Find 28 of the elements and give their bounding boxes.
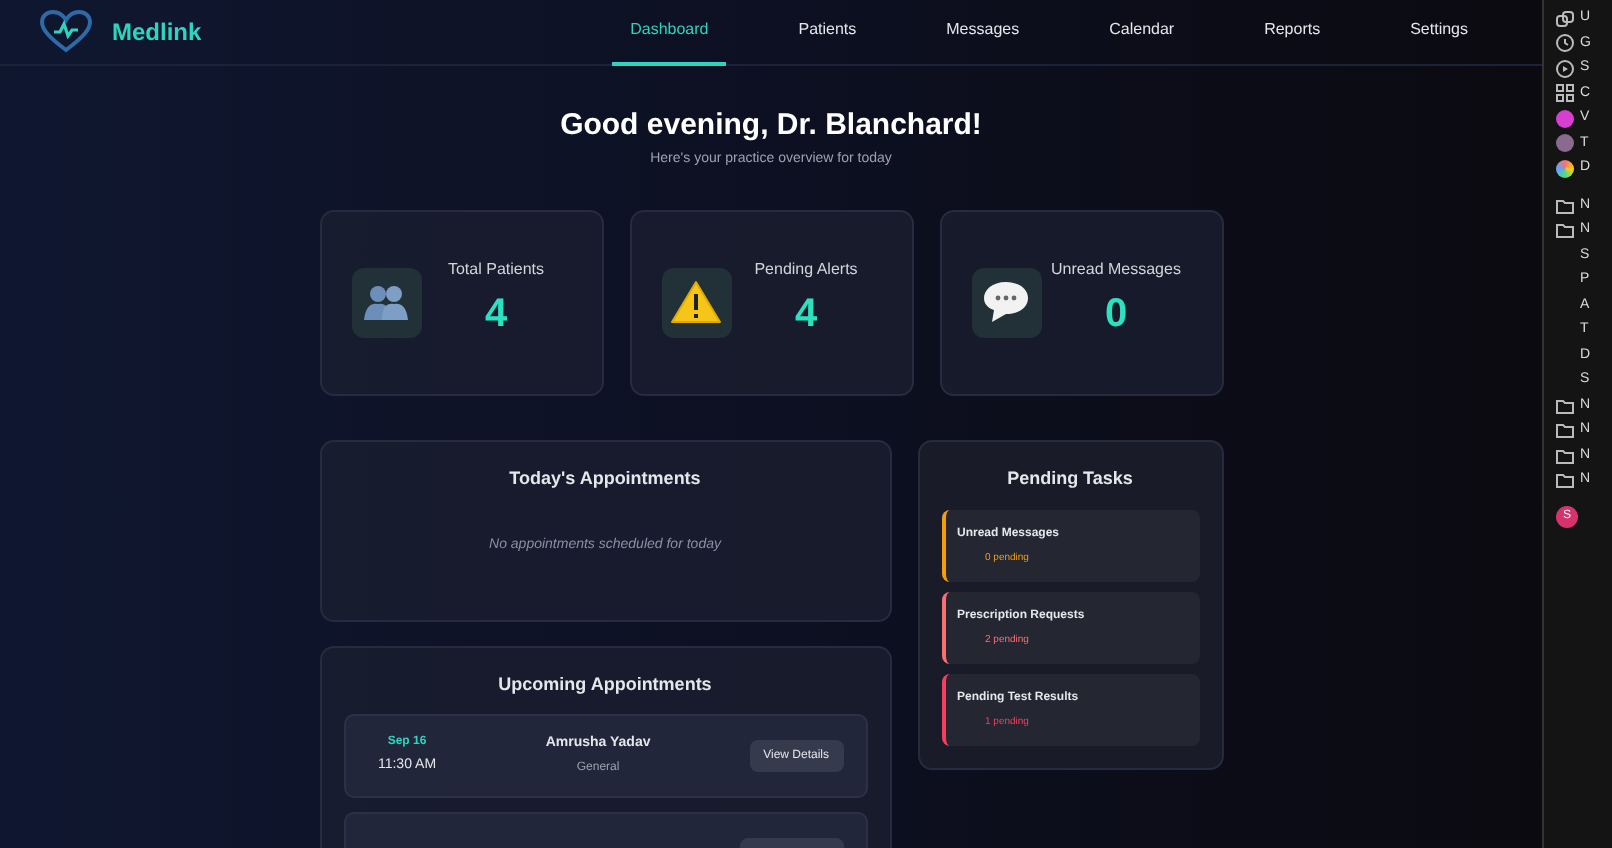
- grid-icon: [1556, 84, 1574, 103]
- link-icon: [1556, 9, 1574, 28]
- app-icon: [1556, 109, 1574, 128]
- stat-value: 4: [794, 291, 818, 335]
- speech-bubble-icon: [982, 280, 1030, 324]
- play-icon: [1556, 59, 1574, 78]
- stat-label: Total Patients: [447, 257, 545, 281]
- stat-label: Unread Messages: [1051, 257, 1181, 281]
- nav-tab[interactable]: Dashboard: [612, 0, 727, 65]
- card-title: Today's Appointments: [509, 465, 701, 492]
- card-title: Upcoming Appointments: [498, 671, 712, 698]
- card-title: Pending Tasks: [1007, 465, 1133, 492]
- heart-pulse-logo: [40, 10, 92, 54]
- greeting-title: Good evening, Dr. Blanchard!: [560, 108, 982, 144]
- people-icon: [364, 284, 408, 320]
- stat-label: Pending Alerts: [754, 257, 858, 281]
- app-icon: [1556, 159, 1574, 178]
- nav-tab[interactable]: Settings: [1392, 0, 1486, 65]
- clock-icon: [1556, 34, 1574, 53]
- stat-value: 0: [1104, 291, 1128, 335]
- avatar-icon: [1556, 134, 1574, 153]
- nav-tab[interactable]: Messages: [928, 0, 1038, 65]
- nav-tab[interactable]: Patients: [780, 0, 875, 65]
- stat-value: 4: [484, 291, 508, 335]
- brand-name: Medlink: [112, 16, 202, 50]
- nav-tab[interactable]: Calendar: [1091, 0, 1193, 65]
- warning-icon: [670, 280, 722, 324]
- nav-tab[interactable]: Reports: [1246, 0, 1339, 65]
